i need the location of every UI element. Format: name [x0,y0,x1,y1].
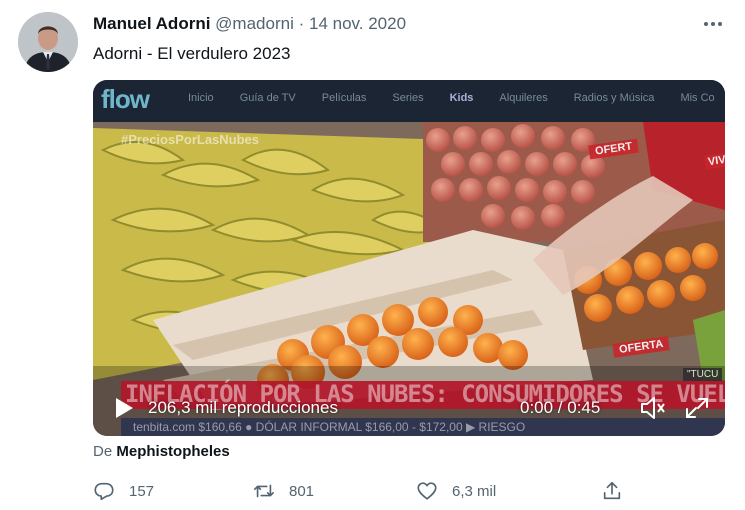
like-count: 6,3 mil [452,482,497,500]
overlay-hashtag: #PreciosPorLasNubes [121,132,260,147]
tweet-date[interactable]: 14 nov. 2020 [309,14,406,33]
heart-icon [417,482,437,500]
overlay-nav-item: Alquileres [499,92,548,104]
play-icon[interactable] [113,396,135,420]
tweet-actions: 157 801 6,3 mil [93,478,633,504]
overlay-logo: flow [101,84,150,114]
overlay-nav-item: Guía de TV [239,92,296,104]
reply-count: 157 [129,482,155,500]
overlay-nav-item: Radios y Música [573,92,655,104]
video-player[interactable]: flow Inicio Guía de TV Películas Series … [93,80,725,436]
overlay-nav-item: Mis Co [680,92,715,104]
author-handle[interactable]: @madorni [215,14,294,33]
share-button[interactable] [601,478,623,504]
fullscreen-icon[interactable] [683,395,711,421]
overlay-vivo-sign: VIV [704,152,725,170]
overlay-nav: Inicio Guía de TV Películas Series Kids … [188,92,715,104]
tweet-text: Adorni - El verdulero 2023 [93,44,291,63]
more-horizontal-icon[interactable] [700,12,726,36]
ticker-secondary: tenbita.com $160,66 ● DÓLAR INFORMAL $16… [133,420,526,434]
tweet-header: Manuel Adorni @madorni · 14 nov. 2020 [93,14,406,34]
like-button[interactable]: 6,3 mil [416,478,496,504]
overlay-tuc: "TUCU [683,368,723,381]
avatar[interactable] [18,12,78,72]
retweet-count: 801 [289,482,315,500]
overlay-nav-item: Series [392,92,424,104]
share-icon [603,481,621,500]
volume-icon[interactable] [639,395,667,421]
attribution-source[interactable]: Mephistopheles [116,443,229,460]
reply-icon [94,482,114,501]
view-count: 206,3 mil reproducciones [148,398,338,417]
media-attribution: De Mephistopheles [93,443,230,460]
attribution-prefix: De [93,443,113,460]
overlay-nav-item: Películas [321,92,367,104]
retweet-button[interactable]: 801 [253,478,314,504]
retweet-icon [254,484,274,498]
reply-button[interactable]: 157 [93,478,154,504]
separator-dot: · [298,14,305,33]
overlay-nav-item: Kids [449,92,474,104]
author-name[interactable]: Manuel Adorni [93,14,210,33]
video-time: 0:00 / 0:45 [520,398,601,417]
overlay-nav-item: Inicio [188,92,214,104]
